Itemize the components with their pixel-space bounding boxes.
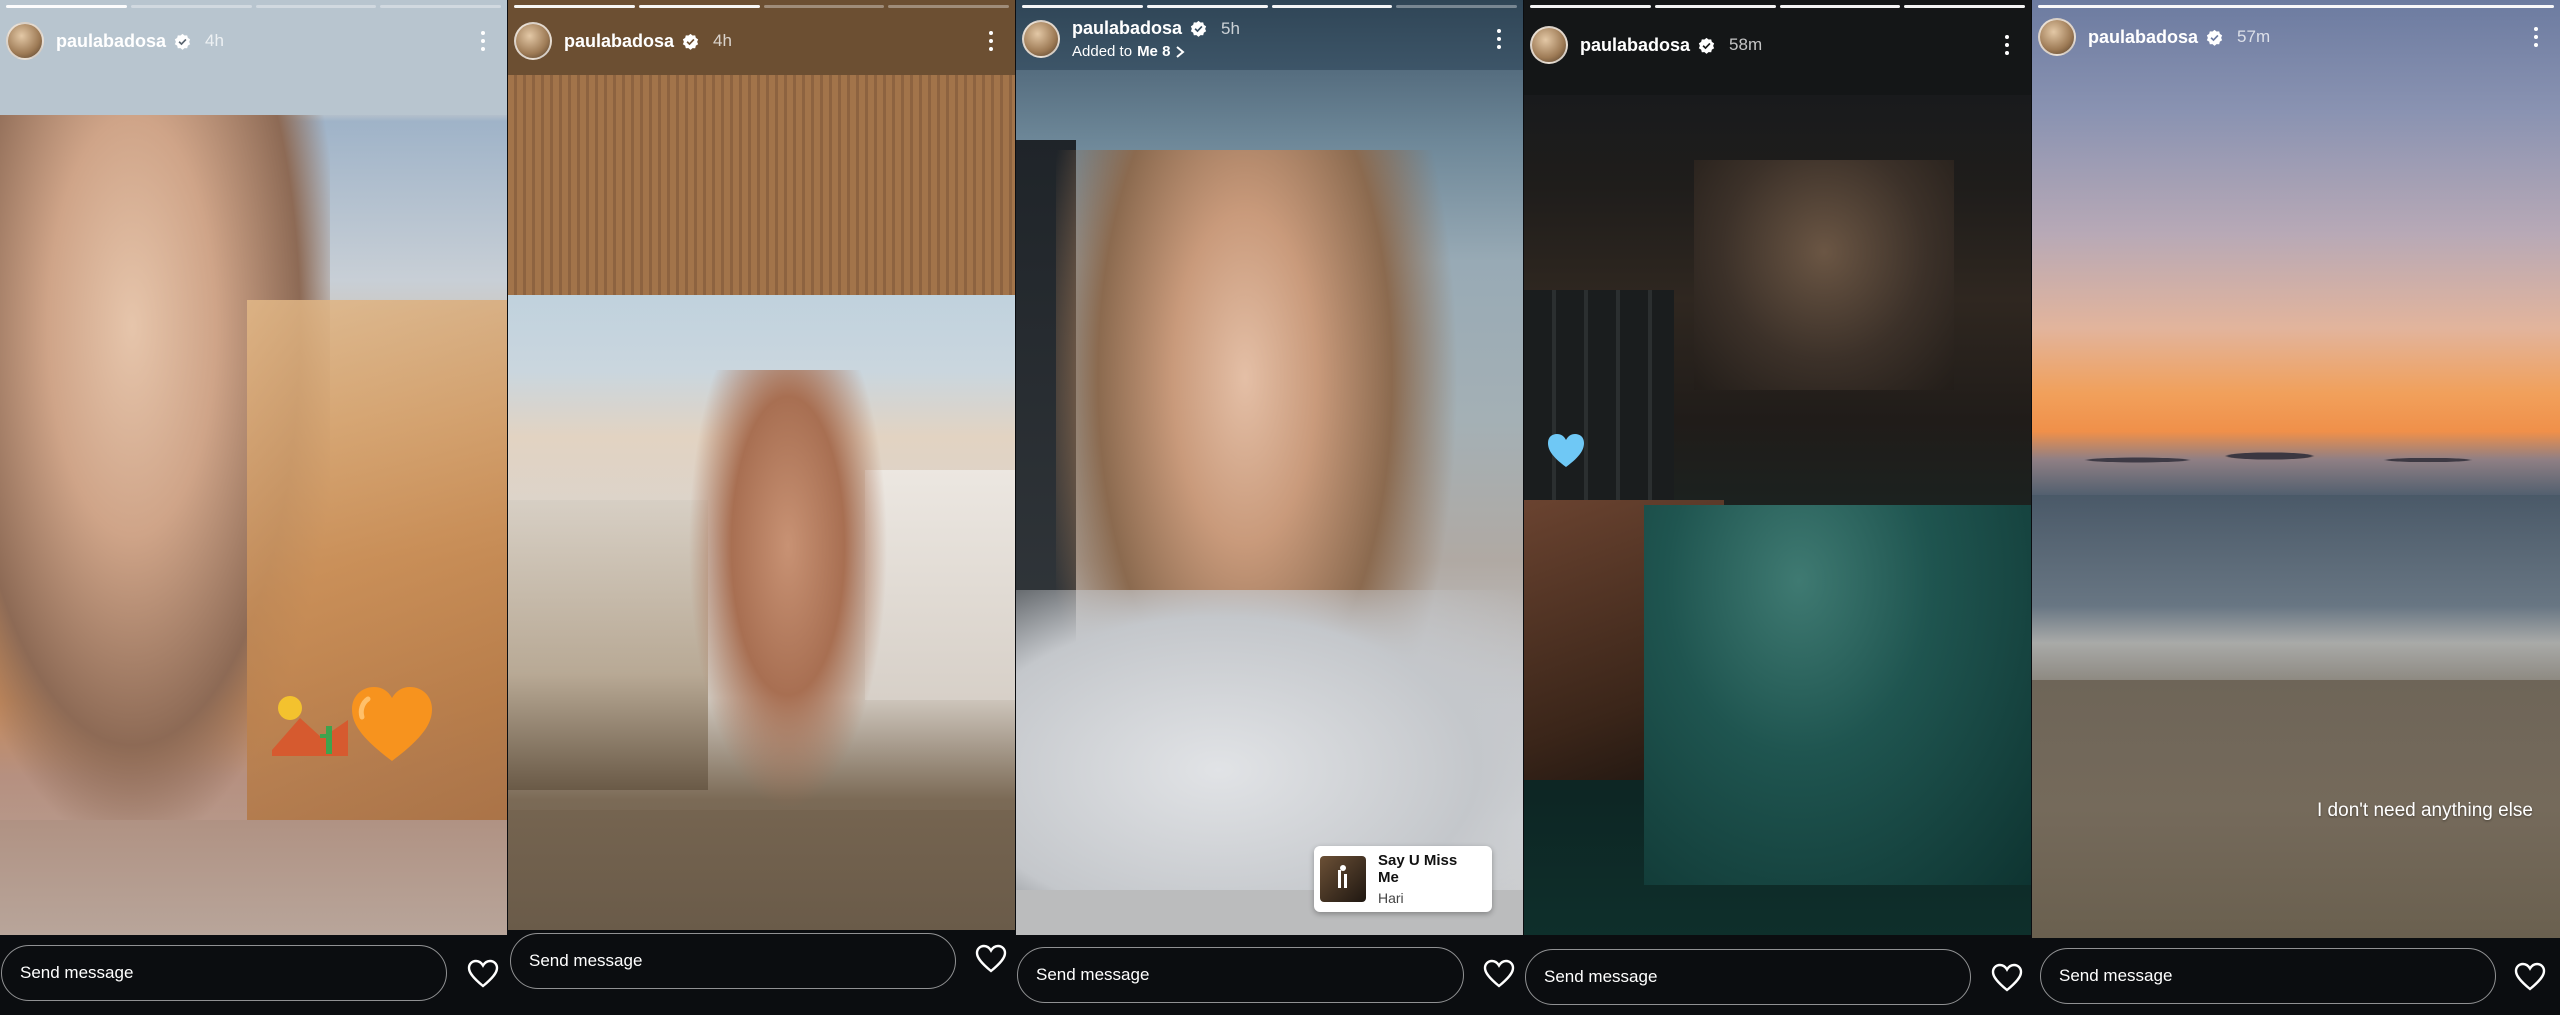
post-time: 4h xyxy=(713,31,732,50)
story-panel-3[interactable]: Say U Miss Me Hari paulabadosa 5h Added … xyxy=(1016,0,1523,1015)
like-heart-icon[interactable] xyxy=(1483,959,1515,989)
bottom-gradient xyxy=(0,820,507,935)
progress-segment xyxy=(888,5,1009,8)
username[interactable]: paulabadosa xyxy=(1072,18,1182,39)
username[interactable]: paulabadosa xyxy=(564,31,674,52)
music-sticker[interactable]: Say U Miss Me Hari xyxy=(1314,846,1492,912)
more-options-icon[interactable] xyxy=(2526,22,2546,52)
send-message-input[interactable]: Send message xyxy=(1,945,447,1001)
progress-bar xyxy=(1022,5,1517,8)
progress-segment xyxy=(638,5,760,8)
avatar[interactable] xyxy=(1022,20,1060,58)
username[interactable]: paulabadosa xyxy=(2088,27,2198,48)
progress-segment xyxy=(763,5,885,8)
story-media[interactable]: Say U Miss Me Hari xyxy=(1016,0,1523,935)
story-media[interactable] xyxy=(0,0,507,935)
progress-segment xyxy=(6,5,127,8)
desert-emoji-sticker xyxy=(270,690,350,760)
verified-badge-icon xyxy=(682,33,699,50)
post-time: 5h xyxy=(1221,18,1240,38)
progress-segment xyxy=(1396,5,1517,8)
avatar[interactable] xyxy=(514,22,552,60)
ocean xyxy=(2032,495,2560,680)
more-options-icon[interactable] xyxy=(473,26,493,56)
reply-bar: Send message xyxy=(1524,935,2031,1015)
orange-heart-emoji-sticker xyxy=(350,685,434,765)
verified-badge-icon xyxy=(1190,20,1207,37)
ceiling-slats xyxy=(508,70,1015,295)
post-time: 4h xyxy=(205,31,224,50)
like-heart-icon[interactable] xyxy=(2514,962,2546,992)
username[interactable]: paulabadosa xyxy=(1580,35,1690,56)
added-to-highlight[interactable]: Added to Me 8 xyxy=(1072,43,1240,60)
post-time: 57m xyxy=(2237,27,2271,46)
avatar[interactable] xyxy=(1530,26,1568,64)
like-heart-icon[interactable] xyxy=(467,959,499,989)
like-heart-icon[interactable] xyxy=(1991,963,2023,993)
added-to-prefix: Added to xyxy=(1072,43,1133,60)
progress-bar xyxy=(1530,5,2025,8)
progress-segment xyxy=(1022,5,1143,8)
story-panel-1[interactable]: paulabadosa 4h Send message xyxy=(0,0,507,1015)
send-message-input[interactable]: Send message xyxy=(2040,948,2496,1004)
send-message-input[interactable]: Send message xyxy=(1525,949,1971,1005)
send-message-input[interactable]: Send message xyxy=(510,933,956,989)
progress-segment xyxy=(380,5,501,8)
avatar[interactable] xyxy=(2038,18,2076,56)
progress-bar xyxy=(2038,5,2554,8)
progress-segment xyxy=(1146,5,1268,8)
story-media[interactable] xyxy=(508,0,1015,930)
verified-badge-icon xyxy=(1698,37,1715,54)
story-panel-4[interactable]: paulabadosa 58m Send message xyxy=(1524,0,2031,1015)
clouds xyxy=(2032,440,2560,480)
post-time: 58m xyxy=(1729,35,1763,54)
song-artist: Hari xyxy=(1378,890,1404,906)
highlight-name: Me 8 xyxy=(1137,43,1171,60)
story-panel-2[interactable]: paulabadosa 4h Send message xyxy=(508,0,1015,1015)
chevron-right-icon xyxy=(1176,45,1185,58)
progress-segment xyxy=(2038,5,2554,8)
story-media[interactable]: I don't need anything else xyxy=(2032,0,2560,938)
progress-segment xyxy=(130,5,252,8)
progress-segment xyxy=(514,5,635,8)
progress-segment xyxy=(1904,5,2025,8)
progress-bar xyxy=(6,5,501,8)
reply-bar: Send message xyxy=(1016,935,1523,1015)
progress-segment xyxy=(1271,5,1393,8)
reply-bar: Send message xyxy=(0,935,507,1015)
light-blue-heart-emoji-sticker xyxy=(1546,432,1586,470)
avatar[interactable] xyxy=(6,22,44,60)
story-panel-5[interactable]: I don't need anything else paulabadosa 5… xyxy=(2032,0,2560,1015)
album-art xyxy=(1320,856,1366,902)
song-title: Say U Miss Me xyxy=(1378,852,1458,886)
progress-segment xyxy=(1654,5,1776,8)
progress-segment xyxy=(1530,5,1651,8)
reply-bar: Send message xyxy=(2032,938,2560,1015)
photo-subject xyxy=(688,370,888,810)
send-message-input[interactable]: Send message xyxy=(1017,947,1464,1003)
progress-segment xyxy=(1779,5,1901,8)
progress-bar xyxy=(514,5,1009,8)
like-heart-icon[interactable] xyxy=(975,944,1007,974)
story-media[interactable] xyxy=(1524,0,2031,935)
reply-bar: Send message xyxy=(508,930,1015,1015)
building-facade xyxy=(1694,160,1954,390)
progress-segment xyxy=(255,5,377,8)
verified-badge-icon xyxy=(2206,29,2223,46)
sofa-left xyxy=(508,500,708,790)
more-options-icon[interactable] xyxy=(981,26,1001,56)
story-text-overlay: I don't need anything else xyxy=(2317,800,2533,821)
bottom-gradient xyxy=(508,810,1015,930)
more-options-icon[interactable] xyxy=(1997,30,2017,60)
verified-badge-icon xyxy=(174,33,191,50)
more-options-icon[interactable] xyxy=(1489,24,1509,54)
pool-water xyxy=(1644,505,2031,885)
username[interactable]: paulabadosa xyxy=(56,31,166,52)
hoodie xyxy=(1016,590,1523,890)
